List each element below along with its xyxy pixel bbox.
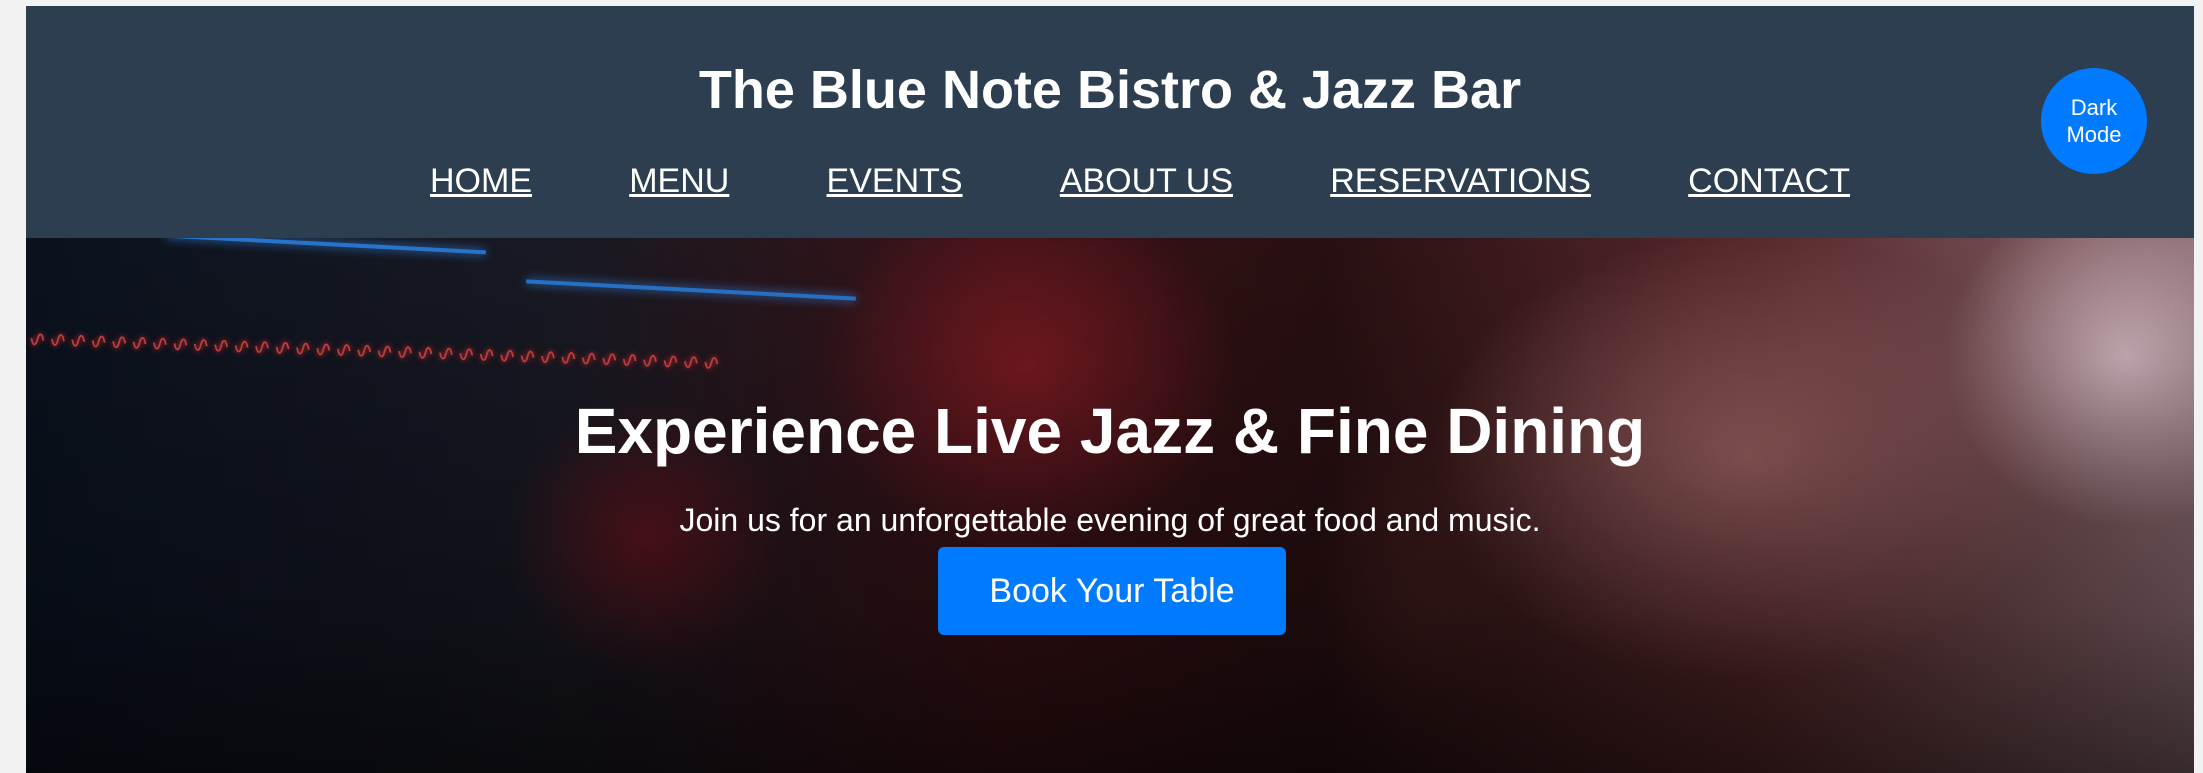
dark-mode-toggle-button[interactable]: Dark Mode	[2041, 68, 2147, 174]
nav-link-contact[interactable]: CONTACT	[1688, 159, 1850, 203]
nav-link-menu[interactable]: MENU	[629, 159, 729, 203]
site-title: The Blue Note Bistro & Jazz Bar	[698, 60, 1522, 120]
nav-link-events[interactable]: EVENTS	[827, 159, 963, 203]
page: The Blue Note Bistro & Jazz Bar HOME MEN…	[26, 6, 2194, 773]
site-header: The Blue Note Bistro & Jazz Bar HOME MEN…	[26, 6, 2194, 238]
hero-section: ∿∿∿∿∿∿∿∿∿∿∿∿∿∿∿∿∿∿∿∿∿∿∿∿∿∿∿∿∿∿∿∿∿∿ Exper…	[26, 238, 2194, 773]
nav-link-home[interactable]: HOME	[430, 159, 532, 203]
main-nav: HOME MENU EVENTS ABOUT US RESERVATIONS C…	[430, 156, 1850, 206]
nav-link-about-us[interactable]: ABOUT US	[1060, 159, 1233, 203]
hero-subtitle: Join us for an unforgettable evening of …	[679, 502, 1541, 538]
book-your-table-button[interactable]: Book Your Table	[938, 547, 1286, 635]
nav-link-reservations[interactable]: RESERVATIONS	[1330, 159, 1591, 203]
hero-title: Experience Live Jazz & Fine Dining	[574, 395, 1646, 467]
